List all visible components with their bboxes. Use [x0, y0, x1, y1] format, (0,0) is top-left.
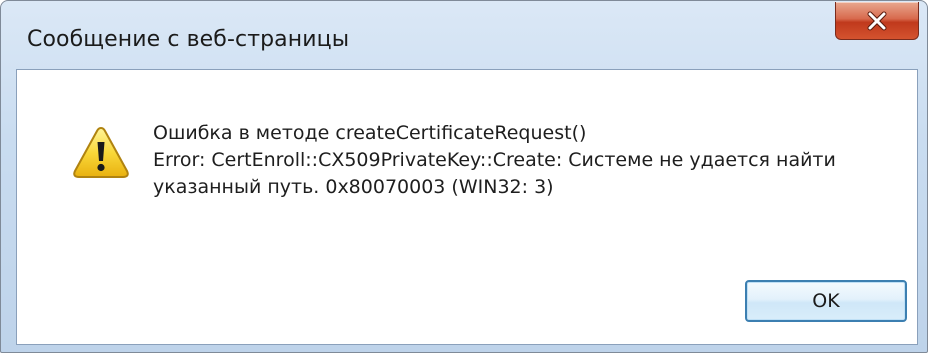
- message-dialog: Сообщение с веб-страницы Ошибка в методе…: [0, 0, 928, 353]
- window-title: Сообщение с веб-страницы: [27, 27, 350, 52]
- message-line: Error: CertEnroll::CX509PrivateKey::Crea…: [153, 149, 836, 171]
- ok-button[interactable]: OK: [745, 280, 907, 322]
- message-line: указанный путь. 0x80070003 (WIN32: 3): [153, 176, 554, 198]
- error-message: Ошибка в методе createCertificateRequest…: [153, 120, 836, 201]
- dialog-content: Ошибка в методе createCertificateRequest…: [16, 69, 918, 345]
- message-line: Ошибка в методе createCertificateRequest…: [153, 122, 587, 144]
- close-x-icon: [867, 11, 887, 30]
- warning-icon: [73, 126, 129, 178]
- close-button[interactable]: [835, 2, 919, 40]
- title-bar[interactable]: Сообщение с веб-страницы: [1, 1, 927, 69]
